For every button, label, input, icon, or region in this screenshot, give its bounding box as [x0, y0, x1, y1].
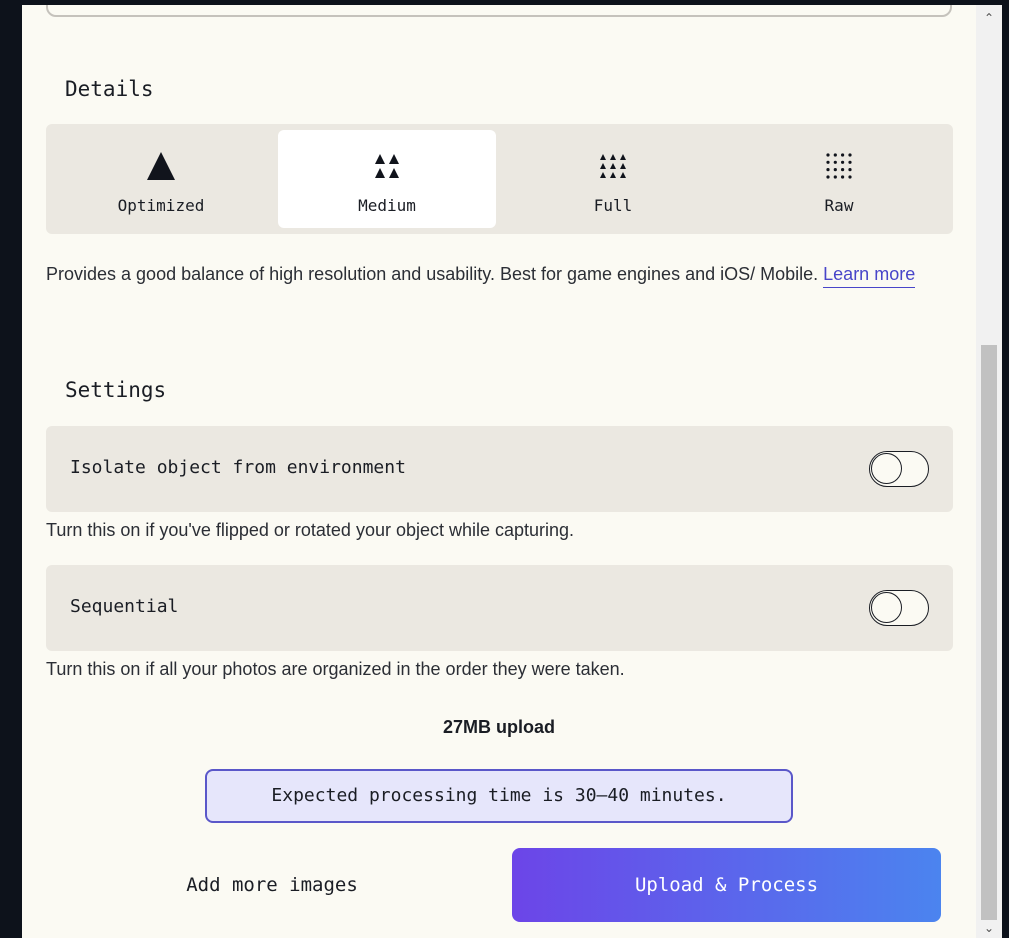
upload-size: 27MB upload — [442, 717, 555, 737]
single-triangle-icon — [52, 148, 270, 184]
detail-option-label: Full — [593, 196, 633, 215]
setting-label: Sequential — [70, 596, 179, 617]
settings-title: Settings — [65, 378, 167, 402]
detail-option-label: Raw — [824, 196, 854, 215]
setting-hint: Turn this on if you've flipped or rotate… — [46, 520, 575, 540]
toggle-knob — [871, 592, 902, 623]
toggle-knob — [871, 453, 902, 484]
detail-option-full[interactable]: Full — [504, 130, 722, 228]
scrollbar[interactable]: ⌃ ⌄ — [976, 5, 1002, 938]
detail-description: Provides a good balance of high resoluti… — [46, 258, 956, 291]
setting-isolate-object: Isolate object from environment — [46, 426, 953, 512]
sequential-toggle[interactable] — [869, 590, 929, 626]
upload-panel: Details Optimized Medium Full Raw Provid… — [22, 5, 976, 938]
details-title: Details — [65, 77, 154, 101]
setting-label: Isolate object from environment — [70, 457, 406, 478]
setting-sequential: Sequential — [46, 565, 953, 651]
dot-grid-icon — [730, 148, 948, 184]
isolate-object-toggle[interactable] — [869, 451, 929, 487]
detail-option-medium[interactable]: Medium — [278, 130, 496, 228]
nine-triangles-icon — [504, 148, 722, 184]
upload-process-button[interactable]: Upload & Process — [512, 848, 941, 922]
detail-option-label: Medium — [358, 196, 416, 215]
detail-option-raw[interactable]: Raw — [730, 130, 948, 228]
detail-level-selector: Optimized Medium Full Raw — [46, 124, 953, 234]
four-triangles-icon — [278, 148, 496, 184]
add-more-images-button[interactable]: Add more images — [46, 848, 498, 922]
detail-option-optimized[interactable]: Optimized — [52, 130, 270, 228]
setting-hint: Turn this on if all your photos are orga… — [46, 659, 625, 679]
scroll-up-icon[interactable]: ⌃ — [976, 8, 1002, 28]
detail-option-label: Optimized — [117, 196, 205, 215]
top-input-field[interactable] — [46, 5, 952, 17]
scroll-thumb[interactable] — [981, 345, 997, 920]
detail-description-text: Provides a good balance of high resoluti… — [46, 264, 819, 284]
learn-more-link[interactable]: Learn more — [823, 264, 916, 288]
scroll-down-icon[interactable]: ⌄ — [976, 918, 1002, 938]
expected-time-notice: Expected processing time is 30–40 minute… — [205, 769, 793, 823]
